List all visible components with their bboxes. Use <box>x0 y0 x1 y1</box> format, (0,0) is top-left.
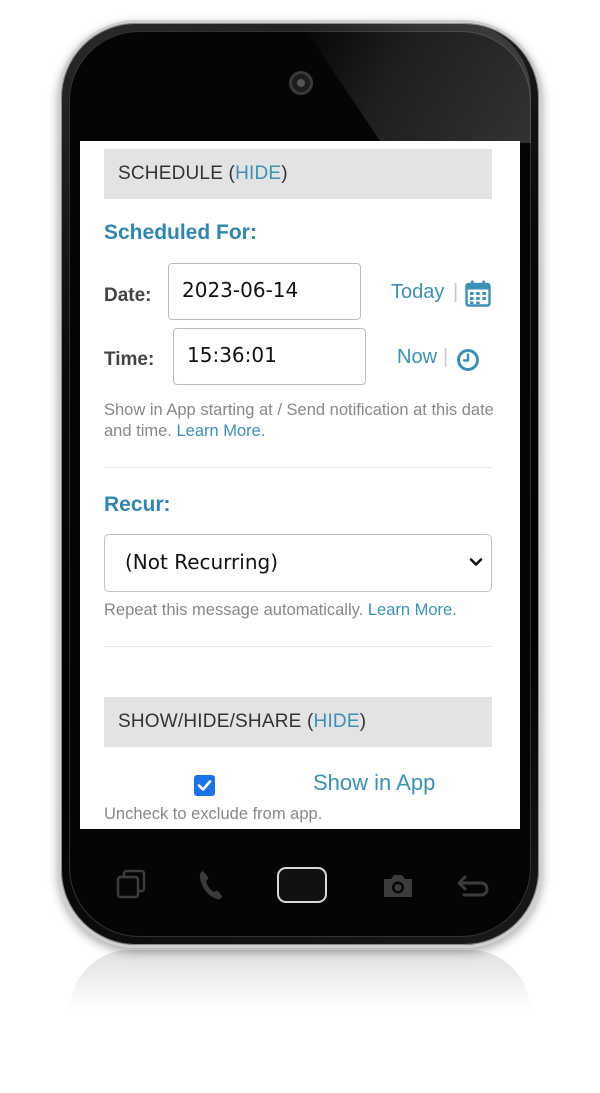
calendar-icon[interactable] <box>465 280 491 312</box>
schedule-help: Show in App starting at / Send notificat… <box>104 400 494 442</box>
camera-icon[interactable] <box>381 872 415 905</box>
divider <box>104 646 492 647</box>
phone-icon[interactable] <box>198 869 224 906</box>
schedule-header-close: ) <box>281 163 288 184</box>
today-link[interactable]: Today <box>391 281 444 304</box>
now-link[interactable]: Now <box>397 346 437 369</box>
share-help: Uncheck to exclude from app. <box>104 804 494 825</box>
phone-floor-reflection <box>70 950 530 1010</box>
recur-help-text: Repeat this message automatically. <box>104 601 364 619</box>
clock-icon[interactable] <box>456 348 480 377</box>
time-separator: | <box>443 346 449 368</box>
recur-select[interactable]: (Not Recurring) <box>104 534 492 592</box>
recur-help: Repeat this message automatically. Learn… <box>104 600 494 621</box>
date-label: Date: <box>104 285 152 306</box>
home-button[interactable] <box>277 867 327 903</box>
schedule-help-text: Show in App starting at / Send notificat… <box>104 401 494 440</box>
date-separator: | <box>453 281 459 303</box>
share-help-text: Uncheck to exclude from app. <box>104 805 323 823</box>
scheduled-for-label: Scheduled For: <box>104 221 257 244</box>
date-input[interactable]: 2023-06-14 <box>168 263 361 320</box>
recur-learn-more-link[interactable]: Learn More. <box>368 601 457 619</box>
recent-apps-icon[interactable] <box>116 869 148 904</box>
show-in-app-label[interactable]: Show in App <box>313 770 435 796</box>
share-hide-link[interactable]: HIDE <box>314 711 360 732</box>
recur-label: Recur: <box>104 493 171 516</box>
schedule-section-header: SCHEDULE (HIDE) <box>104 149 492 199</box>
recur-select-value: (Not Recurring) <box>125 550 278 574</box>
share-section-header: SHOW/HIDE/SHARE (HIDE) <box>104 697 492 747</box>
time-input[interactable]: 15:36:01 <box>173 328 366 385</box>
back-icon[interactable] <box>456 873 490 904</box>
divider <box>104 467 492 468</box>
time-label: Time: <box>104 349 155 370</box>
schedule-learn-more-link[interactable]: Learn More. <box>176 422 265 440</box>
share-header-text: SHOW/HIDE/SHARE ( <box>118 711 314 732</box>
schedule-hide-link[interactable]: HIDE <box>235 163 281 184</box>
share-header-close: ) <box>359 711 367 732</box>
show-in-app-checkbox[interactable] <box>194 775 215 796</box>
front-camera-icon <box>289 71 313 95</box>
app-screen: SCHEDULE (HIDE) Scheduled For: Date: 202… <box>80 141 520 829</box>
checkmark-icon <box>197 780 212 791</box>
chevron-down-icon <box>469 558 483 566</box>
schedule-header-text: SCHEDULE ( <box>118 163 236 184</box>
